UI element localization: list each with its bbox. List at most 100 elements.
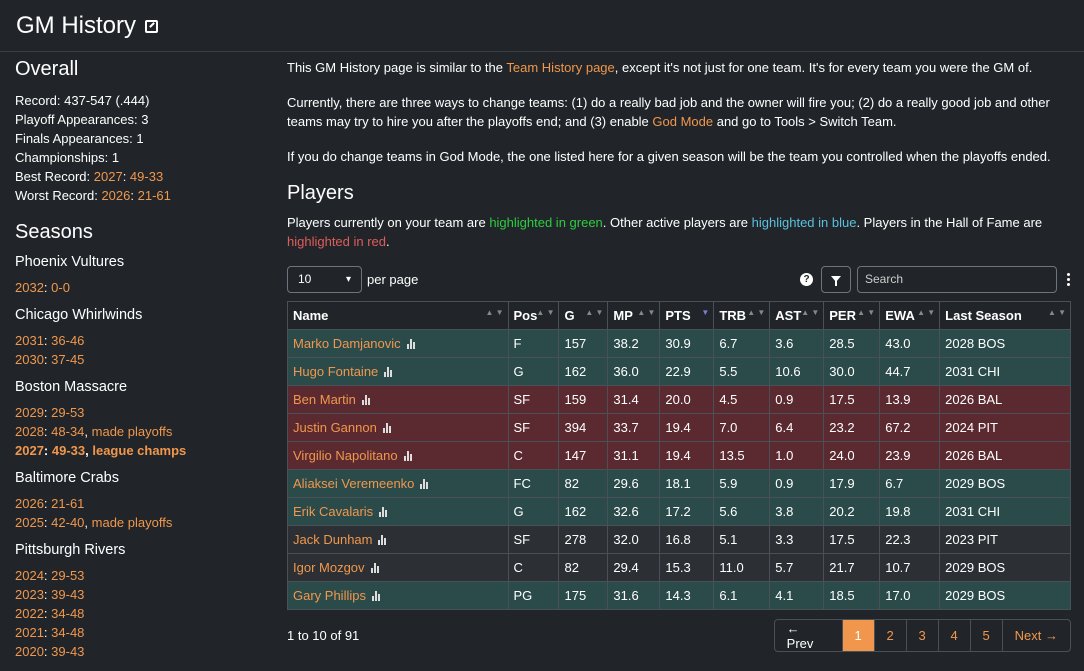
page-button[interactable]: 1 — [842, 620, 875, 651]
sort-icon: ▲ ▼ — [747, 308, 766, 317]
season-year-link[interactable]: 2022 — [15, 606, 44, 621]
column-header-per[interactable]: PER ▲ ▼ — [823, 301, 881, 330]
season-year-link[interactable]: 2032 — [15, 280, 44, 295]
season-item: 2026: 21-61 — [15, 496, 85, 511]
season-record-link[interactable]: 21-61 — [51, 496, 84, 511]
column-header-pos[interactable]: Pos ▲ ▼ — [507, 301, 560, 330]
column-header-ast[interactable]: AST ▲ ▼ — [769, 301, 825, 330]
bar-chart-icon[interactable] — [378, 534, 387, 545]
season-note-link[interactable]: made playoffs — [92, 424, 173, 439]
season-year-link[interactable]: 2024 — [15, 568, 44, 583]
season-record-link[interactable]: 36-46 — [51, 333, 84, 348]
season-year-link[interactable]: 2031 — [15, 333, 44, 348]
season-record-link[interactable]: 29-53 — [51, 405, 84, 420]
table-cell: Erik Cavalaris — [287, 497, 509, 526]
season-year-link[interactable]: 2020 — [15, 644, 44, 659]
season-record-link[interactable]: 37-45 — [51, 352, 84, 367]
player-name-link[interactable]: Jack Dunham — [293, 532, 372, 547]
player-name-link[interactable]: Marko Damjanovic — [293, 336, 401, 351]
column-header-pts[interactable]: PTS ▼ — [659, 301, 715, 330]
filter-button[interactable] — [821, 265, 851, 293]
per-page-label: per page — [367, 271, 419, 287]
cell-value: 3.8 — [775, 504, 794, 519]
column-header-last-season[interactable]: Last Season ▲ ▼ — [939, 301, 1071, 330]
season-note-link[interactable]: league champs — [92, 443, 186, 458]
season-year-link[interactable]: 2023 — [15, 587, 44, 602]
season-record-link[interactable]: 39-43 — [51, 587, 84, 602]
per-page-select[interactable]: 10 ▾ — [287, 265, 362, 293]
question-circle-icon[interactable]: ? — [800, 272, 813, 286]
season-record-link[interactable]: 0-0 — [51, 280, 70, 295]
table-cell: 32.0 — [607, 525, 661, 554]
bar-chart-icon[interactable] — [382, 422, 391, 433]
season-record-link[interactable]: 42-40 — [51, 515, 84, 530]
bar-chart-icon[interactable] — [403, 450, 412, 461]
bar-chart-icon[interactable] — [406, 338, 415, 349]
column-header-trb[interactable]: TRB ▲ ▼ — [713, 301, 771, 330]
table-cell: 67.2 — [879, 413, 941, 442]
table-controls: 10 ▾ per page ? — [287, 265, 1071, 293]
best-record-link[interactable]: 49-33 — [130, 169, 163, 184]
table-cell: 10.7 — [879, 553, 941, 582]
column-header-name[interactable]: Name ▲ ▼ — [287, 301, 509, 330]
team-history-link[interactable]: Team History page — [506, 60, 614, 75]
season-year-link[interactable]: 2027 — [15, 443, 44, 458]
prev-page-button[interactable]: ← Prev — [775, 620, 843, 651]
table-cell: 82 — [558, 553, 609, 582]
table-row: Igor Mozgov C 82 29.4 15.3 11.0 5.7 21.7 10.7 202… — [287, 553, 1071, 582]
bar-chart-icon[interactable] — [384, 366, 393, 377]
season-year-link[interactable]: 2026 — [15, 496, 44, 511]
season-note-link[interactable]: made playoffs — [92, 515, 173, 530]
season-year-link[interactable]: 2021 — [15, 625, 44, 640]
search-input[interactable] — [857, 265, 1057, 293]
player-name-link[interactable]: Justin Gannon — [293, 420, 377, 435]
bar-chart-icon[interactable] — [371, 590, 380, 601]
player-name-link[interactable]: Virgilio Napolitano — [293, 448, 398, 463]
player-name-link[interactable]: Gary Phillips — [293, 588, 366, 603]
season-record-link[interactable]: 48-34 — [51, 424, 84, 439]
god-mode-link[interactable]: God Mode — [652, 114, 713, 129]
bar-chart-icon[interactable] — [420, 478, 429, 489]
season-record-link[interactable]: 34-48 — [51, 625, 84, 640]
season-item: 2028: 48-34, made playoffs — [15, 424, 173, 439]
column-header-mp[interactable]: MP ▲ ▼ — [607, 301, 661, 330]
table-cell: 4.5 — [713, 385, 771, 414]
table-cell: SF — [507, 385, 560, 414]
worst-record-year-link[interactable]: 2026 — [101, 188, 130, 203]
player-name-link[interactable]: Ben Martin — [293, 392, 356, 407]
next-page-button[interactable]: Next → — [1003, 620, 1070, 651]
legend-text: . — [386, 234, 390, 249]
season-record-link[interactable]: 34-48 — [51, 606, 84, 621]
table-cell: 17.5 — [823, 385, 881, 414]
bar-chart-icon[interactable] — [370, 562, 379, 573]
cell-value: 7.0 — [719, 420, 738, 435]
table-cell: F — [507, 329, 560, 358]
best-record-year-link[interactable]: 2027 — [94, 169, 123, 184]
season-year-link[interactable]: 2025 — [15, 515, 44, 530]
player-name-link[interactable]: Hugo Fontaine — [293, 364, 378, 379]
season-record-link[interactable]: 29-53 — [51, 568, 84, 583]
player-name-link[interactable]: Aliaksei Veremeenko — [293, 476, 414, 491]
season-year-link[interactable]: 2030 — [15, 352, 44, 367]
cell-value: 38.2 — [613, 336, 639, 351]
column-header-g[interactable]: G ▲ ▼ — [558, 301, 609, 330]
worst-record-label: Worst Record: — [15, 188, 102, 203]
bar-chart-icon[interactable] — [361, 394, 370, 405]
season-record-link[interactable]: 49-33 — [52, 443, 85, 458]
worst-record-link[interactable]: 21-61 — [138, 188, 171, 203]
table-cell: 23.2 — [823, 413, 881, 442]
player-name-link[interactable]: Erik Cavalaris — [293, 504, 373, 519]
player-name-link[interactable]: Igor Mozgov — [293, 560, 365, 575]
column-header-ewa[interactable]: EWA ▲ ▼ — [879, 301, 941, 330]
bar-chart-icon[interactable] — [379, 506, 388, 517]
page-button[interactable]: 5 — [971, 620, 1003, 651]
season-record-link[interactable]: 39-43 — [51, 644, 84, 659]
season-year-link[interactable]: 2029 — [15, 405, 44, 420]
external-link-icon[interactable] — [145, 20, 158, 33]
page-button[interactable]: 2 — [875, 620, 907, 651]
season-year-link[interactable]: 2028 — [15, 424, 44, 439]
page-button[interactable]: 4 — [939, 620, 971, 651]
kebab-menu-icon[interactable] — [1067, 272, 1071, 286]
table-row: Justin Gannon SF 394 33.7 19.4 7.0 6.4 23.2 67.2… — [287, 413, 1071, 442]
page-button[interactable]: 3 — [907, 620, 939, 651]
